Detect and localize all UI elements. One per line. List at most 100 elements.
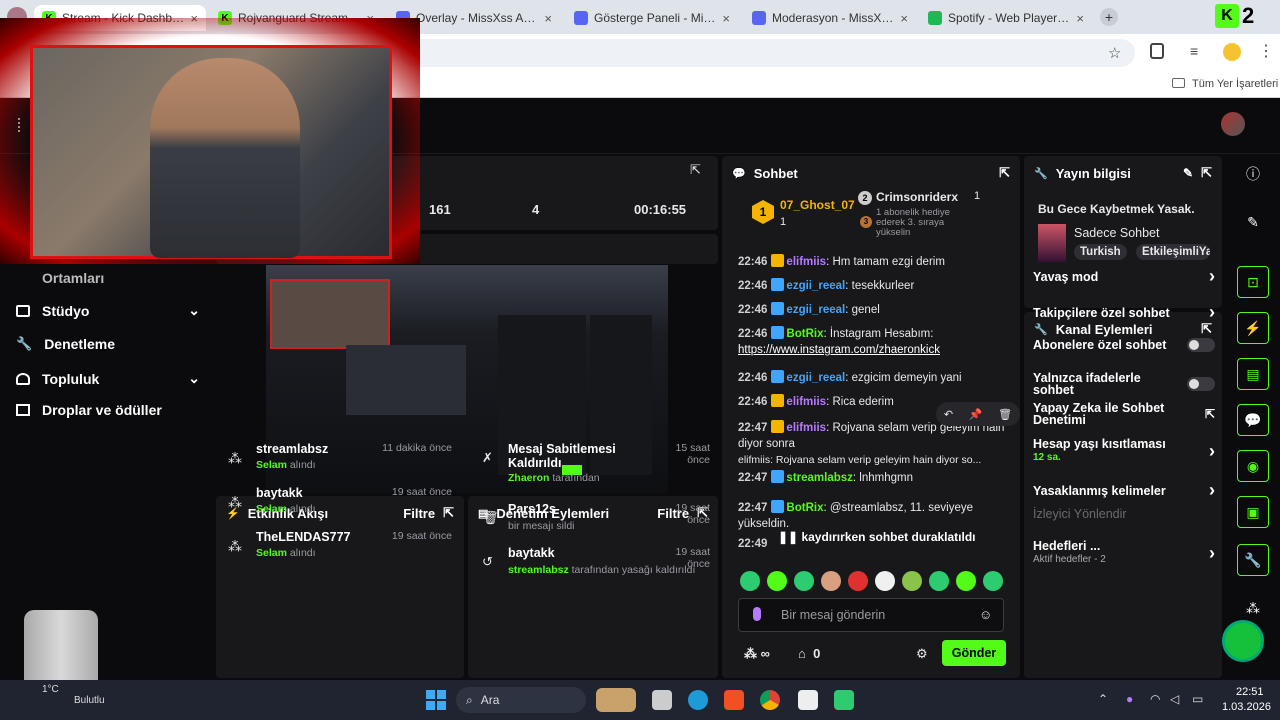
chat-paused-notice[interactable]: ❚❚ kaydırırken sohbet duraklatıldı	[778, 530, 976, 544]
activity-item[interactable]: ⁂ baytakk Selam alındı 19 saat önce	[228, 486, 456, 524]
scan-icon[interactable]: ⊡	[1237, 266, 1269, 298]
sidebar-item-studio[interactable]: Stüdyo ⌄	[16, 302, 200, 319]
reply-icon[interactable]: ↶	[944, 408, 953, 421]
emote-icon[interactable]	[848, 571, 868, 591]
profile-icon[interactable]	[1223, 43, 1241, 61]
channel-action-row[interactable]: Takipçilere özel sohbet ›	[1033, 302, 1215, 323]
chat-message[interactable]: 22:46 ezgii_reeal: genel	[738, 302, 1016, 318]
emote-icon[interactable]	[740, 571, 760, 591]
sidebar-item-drops[interactable]: Droplar ve ödüller	[16, 402, 162, 418]
sidebar-item-partial[interactable]: Ortamları	[16, 270, 104, 286]
gift-counter[interactable]: ⌂ 0	[798, 646, 820, 661]
tab-close-icon[interactable]: ×	[900, 11, 908, 26]
bookmark-star-icon[interactable]: ☆	[1108, 44, 1121, 62]
extensions-icon[interactable]	[1150, 43, 1164, 59]
message-username[interactable]: ezgii_reeal	[786, 304, 845, 316]
send-button[interactable]: Gönder	[942, 640, 1006, 666]
channel-action-row[interactable]: İzleyici Yönlendir	[1033, 508, 1215, 521]
gifter-1-name[interactable]: 07_Ghost_07	[780, 198, 855, 212]
media-control-icon[interactable]: ≡	[1190, 43, 1198, 59]
all-bookmarks-link[interactable]: Tüm Yer İşaretleri	[1192, 78, 1278, 90]
address-bar[interactable]	[400, 39, 1135, 67]
chat-icon[interactable]: 💬	[1237, 404, 1269, 436]
chat-message[interactable]: 22:47 BotRix: @streamlabsz, 11. seviyeye …	[738, 500, 1016, 532]
chat-message[interactable]: 22:46 elifmiis: Hm tamam ezgi derim	[738, 254, 1016, 270]
gifter-2-name[interactable]: Crimsonriderx	[876, 190, 958, 204]
message-username[interactable]: elifmiis	[786, 256, 826, 268]
task-view-icon[interactable]	[652, 690, 672, 710]
wifi-icon[interactable]: ◠	[1150, 692, 1160, 706]
new-tab-button[interactable]: +	[1100, 8, 1118, 26]
edge-icon[interactable]	[688, 690, 708, 710]
toggle-switch[interactable]	[1187, 377, 1215, 391]
message-username[interactable]: elifmiis	[786, 422, 826, 434]
message-username[interactable]: ezgii_reeal	[786, 280, 845, 292]
emote-icon[interactable]	[821, 571, 841, 591]
message-link[interactable]: https://www.instagram.com/zhaeronkick	[738, 344, 940, 356]
extension-kick-icon[interactable]: K	[1215, 4, 1239, 28]
user-avatar[interactable]	[1221, 112, 1245, 136]
message-username[interactable]: ezgii_reeal	[786, 372, 845, 384]
mod-action-item[interactable]: ✗ Mesaj Sabitlemesi Kaldırıldı Zhaeron tar…	[482, 442, 710, 484]
reply-context[interactable]: elifmiis: Rojvana selam verip geleyim ha…	[738, 452, 1016, 468]
mic-tray-icon[interactable]: ●	[1126, 692, 1133, 706]
chat-settings-icon[interactable]: ⚙	[916, 646, 928, 662]
popout-icon[interactable]: ⇱	[690, 162, 701, 178]
message-username[interactable]: BotRix	[786, 328, 823, 340]
mod-action-by[interactable]: streamlabsz	[508, 564, 569, 576]
browser-tab[interactable]: Spotify - Web Player: Herk ×	[920, 5, 1092, 31]
clock-date[interactable]: 1.03.2026	[1222, 701, 1271, 713]
chat-message[interactable]: 22:46 ezgii_reeal: ezgicim demeyin yani	[738, 370, 1016, 386]
app-green-icon[interactable]	[834, 690, 854, 710]
clock-time[interactable]: 22:51	[1236, 686, 1264, 698]
emote-icon[interactable]	[767, 571, 787, 591]
mod-action-item[interactable]: 🗑 Pars12s bir mesajı sildi 19 saat önce	[482, 502, 710, 542]
channel-action-row[interactable]: Yapay Zeka ile Sohbet Denetimi ⇱	[1033, 402, 1215, 427]
mod-action-by[interactable]: Zhaeron	[508, 472, 549, 484]
emote-icon[interactable]	[956, 571, 976, 591]
pin-icon[interactable]: 📌	[969, 408, 983, 421]
popout-icon[interactable]: ⇱	[1201, 321, 1212, 337]
tab-close-icon[interactable]: ×	[1076, 11, 1084, 26]
browser-menu-icon[interactable]: ⋮	[1258, 41, 1274, 61]
activity-item[interactable]: ⁂ streamlabsz Selam alındı 11 dakika önce	[228, 442, 456, 480]
lightning-icon[interactable]: ⚡	[1237, 312, 1269, 344]
search-highlight-thumb[interactable]	[596, 688, 636, 712]
sidebar-item-moderation[interactable]: 🔧 Denetleme	[16, 336, 115, 352]
emote-icon[interactable]	[794, 571, 814, 591]
tray-chevron-icon[interactable]: ⌃	[1098, 692, 1108, 706]
message-username[interactable]: elifmiis	[786, 396, 826, 408]
channel-action-row[interactable]: Hedefleri ... Aktif hedefler - 2 ›	[1033, 540, 1215, 566]
points-indicator[interactable]: ⁂ ∞	[744, 646, 770, 662]
chat-input[interactable]: Bir mesaj gönderin ☺	[738, 598, 1004, 632]
tab-close-icon[interactable]: ×	[722, 11, 730, 26]
emote-icon[interactable]	[983, 571, 1003, 591]
info-icon[interactable]: ⓘ	[1237, 158, 1269, 190]
channel-action-row[interactable]: Abonelere özel sohbet	[1033, 338, 1215, 352]
channel-action-row[interactable]: Yasaklanmış kelimeler ›	[1033, 480, 1215, 501]
chrome-icon[interactable]	[760, 690, 780, 710]
browser-tab[interactable]: Gösterge Paneli - MissXss ×	[566, 5, 738, 31]
chat-message[interactable]: 22:47 streamlabsz: lnhmhgmn	[738, 470, 1016, 486]
floating-support-icon[interactable]	[1222, 620, 1264, 662]
broadcast-icon[interactable]: ◉	[1237, 450, 1269, 482]
emote-icon[interactable]	[902, 571, 922, 591]
notes-icon[interactable]: ▤	[1237, 358, 1269, 390]
store-icon[interactable]	[724, 690, 744, 710]
channel-action-row[interactable]: Hesap yaşı kısıtlaması 12 sa. ›	[1033, 438, 1215, 464]
volume-icon[interactable]: ◁	[1170, 692, 1179, 706]
activity-item[interactable]: ⁂ TheLENDAS777 Selam alındı 19 saat önce	[228, 530, 456, 568]
message-username[interactable]: BotRix	[786, 502, 823, 514]
chat-message[interactable]: 22:46 ezgii_reeal: tesekkurleer	[738, 278, 1016, 294]
chat-message[interactable]: 22:46 BotRix: İnstagram Hesabım: https://w…	[738, 326, 1016, 358]
emote-icon[interactable]	[929, 571, 949, 591]
tag-interactive[interactable]: EtkileşimliYa	[1136, 244, 1210, 260]
popout-icon[interactable]: ⇱	[1201, 165, 1212, 181]
channel-action-row[interactable]: Yalnızca ifadelerle sohbet	[1033, 372, 1215, 396]
tag-turkish[interactable]: Turkish	[1074, 244, 1127, 260]
sidebar-item-community[interactable]: Topluluk ⌄	[16, 370, 200, 387]
mic-icon[interactable]	[753, 607, 761, 621]
start-button[interactable]	[426, 690, 446, 710]
taskbar-search[interactable]: ⌕ Ara	[456, 687, 586, 713]
weather-widget[interactable]: 1°C Bulutlu	[14, 684, 105, 706]
